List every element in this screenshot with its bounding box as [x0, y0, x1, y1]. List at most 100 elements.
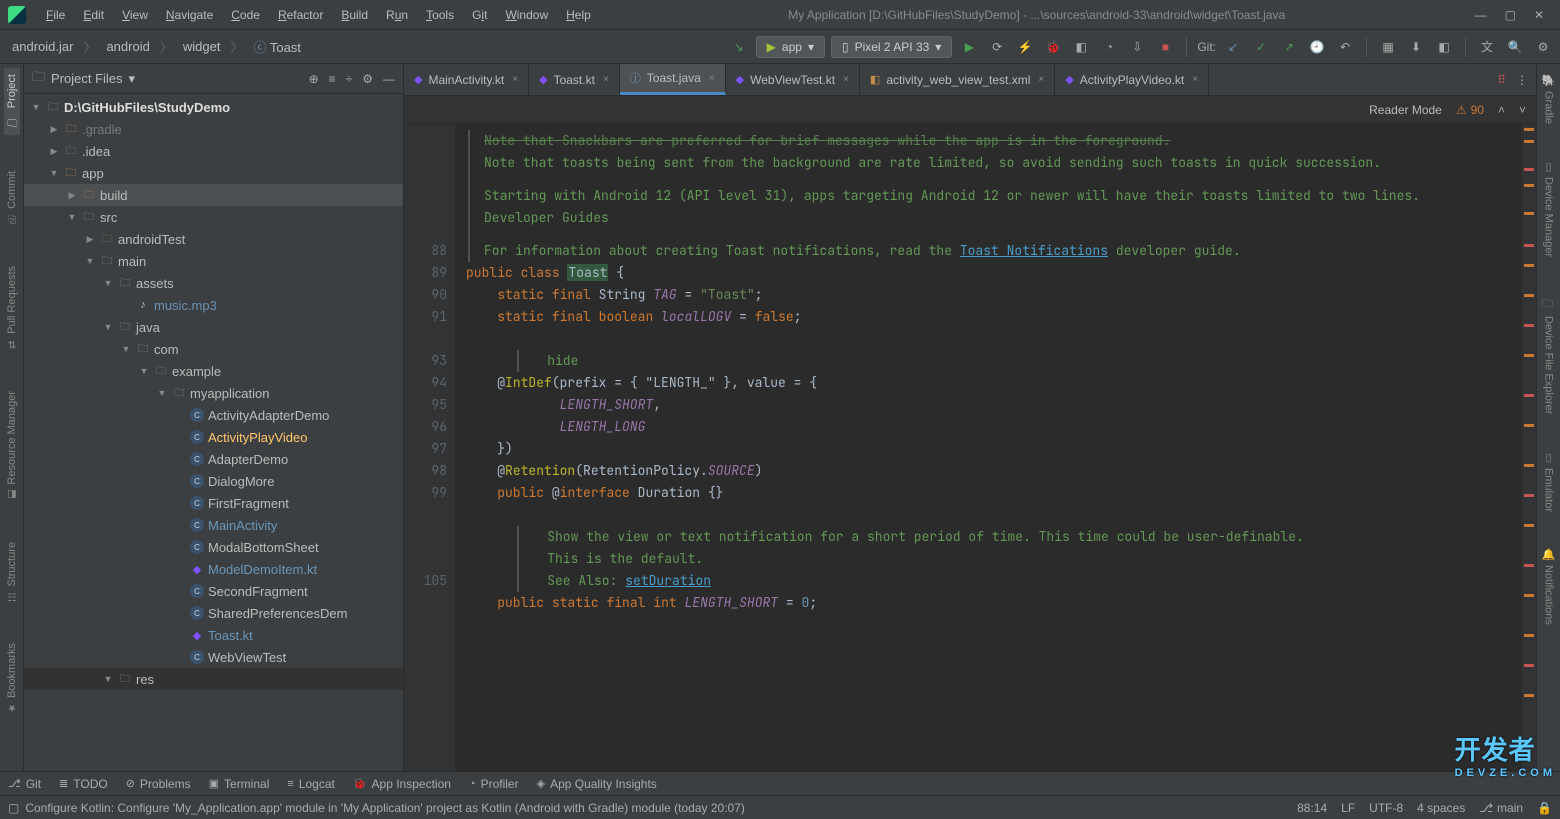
bottom-app-quality[interactable]: ◈App Quality Insights	[537, 777, 657, 791]
menu-window[interactable]: Window	[497, 5, 556, 25]
doc-seealso-link[interactable]: setDuration	[625, 572, 711, 589]
git-rollback-icon[interactable]: ↶	[1334, 36, 1356, 58]
menu-run[interactable]: Run	[378, 5, 416, 25]
tree-item[interactable]: CMainActivity	[24, 514, 403, 536]
tab-activityplayvideo-kt[interactable]: ◆ActivityPlayVideo.kt×	[1055, 64, 1209, 95]
menu-git[interactable]: Git	[464, 5, 495, 25]
apply-code-icon[interactable]: ⚡	[1014, 36, 1036, 58]
line-separator[interactable]: LF	[1341, 801, 1355, 815]
attach-debugger-icon[interactable]: ⇩	[1126, 36, 1148, 58]
avd-icon[interactable]: ▦	[1377, 36, 1399, 58]
tab-overflow-icon[interactable]: ⠿	[1497, 73, 1506, 87]
tree-item[interactable]: CAdapterDemo	[24, 448, 403, 470]
locate-icon[interactable]: ⊕	[309, 72, 319, 86]
profile-icon[interactable]: ◔	[1098, 36, 1120, 58]
tree-item[interactable]: ▼🗀res	[24, 668, 403, 690]
tree-item[interactable]: ▼🗀app	[24, 162, 403, 184]
settings-icon[interactable]: ⚙	[1532, 36, 1554, 58]
stop-icon[interactable]: ■	[1154, 36, 1176, 58]
bottom-terminal[interactable]: ▣Terminal	[209, 777, 270, 791]
bottom-problems[interactable]: ⊘Problems	[126, 777, 191, 791]
tree-item[interactable]: ▶🗀.idea	[24, 140, 403, 162]
caret-position[interactable]: 88:14	[1297, 801, 1327, 815]
rail-project[interactable]: 🗀Project	[4, 68, 20, 135]
error-stripe[interactable]	[1522, 124, 1536, 771]
lock-icon[interactable]: 🔒	[1537, 801, 1552, 815]
tree-item[interactable]: ▼🗀main	[24, 250, 403, 272]
tree-item[interactable]: CWebViewTest	[24, 646, 403, 668]
tab-mainactivity-kt[interactable]: ◆MainActivity.kt×	[404, 64, 529, 95]
hide-icon[interactable]: —	[383, 72, 395, 86]
menu-edit[interactable]: Edit	[75, 5, 112, 25]
tree-item[interactable]: ◆ModelDemoItem.kt	[24, 558, 403, 580]
tree-root[interactable]: ▼🗀D:\GitHubFiles\StudyDemo	[24, 96, 403, 118]
tab-close-icon[interactable]: ×	[709, 73, 715, 84]
expand-icon[interactable]: ≡	[329, 72, 336, 86]
menu-build[interactable]: Build	[333, 5, 376, 25]
sync-icon[interactable]: ↘	[728, 36, 750, 58]
menu-code[interactable]: Code	[223, 5, 268, 25]
tree-item[interactable]: ▼🗀assets	[24, 272, 403, 294]
crumb-pkg1[interactable]: android	[100, 37, 155, 56]
project-view-combo[interactable]: 🗀 Project Files ▾	[32, 68, 301, 90]
tree-item[interactable]: ▼🗀myapplication	[24, 382, 403, 404]
menu-tools[interactable]: Tools	[418, 5, 462, 25]
tree-item[interactable]: ▼🗀com	[24, 338, 403, 360]
tab-more-icon[interactable]: ⋮	[1516, 73, 1528, 87]
tree-item[interactable]: CSecondFragment	[24, 580, 403, 602]
reader-mode-label[interactable]: Reader Mode	[1369, 103, 1442, 117]
run-icon[interactable]: ▶	[958, 36, 980, 58]
rail-structure[interactable]: ☷Structure	[4, 536, 20, 608]
maximize-icon[interactable]: ▢	[1505, 8, 1516, 22]
tree-item[interactable]: CActivityAdapterDemo	[24, 404, 403, 426]
translate-icon[interactable]: 文	[1476, 36, 1498, 58]
tab-toast-java[interactable]: ⓙToast.java×	[620, 64, 726, 95]
tab-toast-kt[interactable]: ◆Toast.kt×	[529, 64, 620, 95]
bottom-git[interactable]: ⎇Git	[8, 777, 41, 791]
device-combo[interactable]: ▯ Pixel 2 API 33▾	[831, 36, 952, 58]
tree-item[interactable]: ♪music.mp3	[24, 294, 403, 316]
rail-notifications[interactable]: 🔔Notifications	[1540, 542, 1557, 631]
coverage-icon[interactable]: ◧	[1070, 36, 1092, 58]
apply-changes-icon[interactable]: ⟳	[986, 36, 1008, 58]
rail-emulator[interactable]: ▯Emulator	[1540, 445, 1557, 518]
crumb-class[interactable]: ⓒ Toast	[247, 35, 306, 58]
bottom-profiler[interactable]: ◔Profiler	[469, 777, 519, 791]
close-icon[interactable]: ✕	[1534, 8, 1544, 22]
git-history-icon[interactable]: 🕘	[1306, 36, 1328, 58]
tab-close-icon[interactable]: ×	[1038, 74, 1044, 85]
doc-link[interactable]: Toast Notifications	[960, 242, 1108, 259]
resource-icon[interactable]: ◧	[1433, 36, 1455, 58]
tab-close-icon[interactable]: ×	[1192, 74, 1198, 85]
tree-item[interactable]: CDialogMore	[24, 470, 403, 492]
tree-item[interactable]: ▶🗀androidTest	[24, 228, 403, 250]
rail-commit[interactable]: ⎘Commit	[4, 165, 20, 230]
menu-file[interactable]: File	[38, 5, 73, 25]
crumb-pkg2[interactable]: widget	[177, 37, 227, 56]
tree-item[interactable]: ▼🗀java	[24, 316, 403, 338]
tree-item[interactable]: CSharedPreferencesDem	[24, 602, 403, 624]
tree-item[interactable]: ▶🗀build	[24, 184, 403, 206]
status-prev-icon[interactable]: ▢	[8, 801, 19, 815]
down-icon[interactable]: ˅	[1519, 103, 1526, 117]
menu-help[interactable]: Help	[558, 5, 599, 25]
menu-refactor[interactable]: Refactor	[270, 5, 331, 25]
gutter[interactable]: 8889909193949596979899105	[404, 124, 456, 771]
tree-item[interactable]: ▼🗀src	[24, 206, 403, 228]
tree-item[interactable]: CActivityPlayVideo	[24, 426, 403, 448]
tree-item[interactable]: ▶🗀.gradle	[24, 118, 403, 140]
tree-item[interactable]: ◆Toast.kt	[24, 624, 403, 646]
minimize-icon[interactable]: —	[1475, 8, 1487, 22]
tab-close-icon[interactable]: ×	[603, 74, 609, 85]
git-commit-icon[interactable]: ✓	[1250, 36, 1272, 58]
code[interactable]: Note that Snackbars are preferred for br…	[456, 124, 1522, 771]
menu-navigate[interactable]: Navigate	[158, 5, 221, 25]
search-everywhere-icon[interactable]: 🔍	[1504, 36, 1526, 58]
bottom-app-inspection[interactable]: 🐞App Inspection	[353, 777, 451, 791]
git-update-icon[interactable]: ↙	[1222, 36, 1244, 58]
rail-pull-requests[interactable]: ⇅Pull Requests	[4, 260, 20, 355]
bottom-todo[interactable]: ≣TODO	[59, 777, 108, 791]
rail-resource-manager[interactable]: ◧Resource Manager	[4, 385, 20, 506]
tree-item[interactable]: CModalBottomSheet	[24, 536, 403, 558]
git-branch[interactable]: ⎇main	[1479, 801, 1523, 815]
